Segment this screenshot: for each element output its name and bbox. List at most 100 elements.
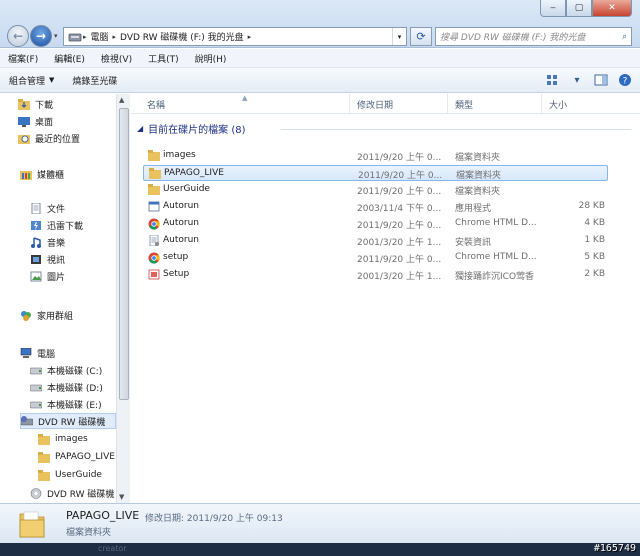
nav-label: 家用群組 (37, 311, 74, 322)
minimize-button[interactable]: ‒ (540, 0, 566, 17)
nav-item-homegroup[interactable]: 家用群組 (20, 307, 73, 323)
chrome-icon (148, 252, 160, 264)
help-icon[interactable]: ? (616, 72, 634, 88)
nav-item-dvd-drive[interactable]: DVD RW 磁碟機 (20, 413, 116, 429)
file-type: 獨接踊詐沉ICO莺香 (455, 272, 535, 282)
details-item-name: PAPAGO_LIVE (66, 509, 140, 522)
breadcrumb-computer[interactable]: 電腦 (87, 30, 113, 43)
nav-item-desktop[interactable]: 桌面 (18, 113, 53, 129)
window-controls: ‒ ▢ ✕ (540, 0, 632, 18)
recent-pages-dropdown[interactable]: ▾ (54, 32, 58, 40)
file-name: Autorun (163, 201, 200, 211)
file-date: 2001/3/20 上午 1... (357, 272, 442, 282)
nav-item-images-folder[interactable]: images (38, 431, 88, 447)
thunder-download-icon (30, 220, 42, 231)
menu-view[interactable]: 檢視(V) (93, 52, 140, 65)
column-date-modified[interactable]: 修改日期 (357, 98, 393, 111)
drive-icon (29, 382, 43, 393)
chrome-icon (148, 218, 160, 230)
navigation-pane: 下載 桌面 最近的位置 媒體櫃 文件 迅雷下載 音樂 視訊 圖片 家用群組 電腦 (0, 94, 130, 503)
file-size: 5 KB (584, 252, 605, 262)
nav-item-music[interactable]: 音樂 (30, 234, 65, 250)
recent-places-icon (18, 133, 30, 144)
nav-label: 電腦 (37, 349, 56, 360)
nav-item-drive-c[interactable]: 本機磁碟 (C:) (29, 362, 102, 378)
file-date: 2011/9/20 上午 0... (357, 255, 442, 265)
burn-to-disc-button[interactable]: 燒錄至光碟 (63, 74, 126, 87)
column-header-row: ▲ 名稱 修改日期 類型 大小 (131, 94, 640, 114)
file-name: PAPAGO_LIVE (164, 168, 224, 178)
view-options-icon[interactable] (544, 72, 562, 88)
dvd-drive-icon (67, 30, 83, 44)
maximize-button[interactable]: ▢ (566, 0, 592, 17)
nav-item-papago-folder[interactable]: PAPAGO_LIVE (38, 449, 115, 465)
back-button[interactable]: ← (7, 25, 29, 47)
file-type: 檔案資料夾 (455, 187, 501, 197)
forward-button[interactable]: → (30, 25, 52, 47)
menu-edit[interactable]: 編輯(E) (46, 52, 93, 65)
breadcrumb-separator-icon: ▸ (247, 32, 252, 41)
scroll-down-icon[interactable]: ▼ (119, 493, 124, 501)
file-date: 2011/9/20 上午 0... (358, 171, 443, 181)
file-date: 2001/3/20 上午 1... (357, 238, 442, 248)
nav-label: 迅雷下載 (47, 221, 84, 232)
scroll-thumb[interactable] (119, 108, 129, 400)
desktop-icon (18, 116, 30, 127)
nav-item-dvd-drive-2[interactable]: DVD RW 磁碟機 ▾ (30, 485, 122, 501)
nav-label: UserGuide (55, 470, 102, 480)
breadcrumb-dvd-drive[interactable]: DVD RW 磁碟機 (F:) 我的光盘 (116, 30, 248, 43)
nav-item-libraries[interactable]: 媒體櫃 (20, 166, 64, 182)
file-name: UserGuide (163, 184, 210, 194)
view-dropdown-icon[interactable]: ▾ (568, 72, 586, 88)
search-input[interactable]: 搜尋 DVD RW 磁碟機 (F:) 我的光盘 ⌕ (435, 27, 632, 46)
close-button[interactable]: ✕ (592, 0, 632, 17)
nav-item-userguide-folder[interactable]: UserGuide (38, 467, 102, 483)
music-icon (30, 236, 42, 248)
folder-icon (149, 168, 161, 179)
menu-tools[interactable]: 工具(T) (140, 52, 187, 65)
organize-button[interactable]: 組合管理 ▼ (0, 74, 63, 87)
column-type[interactable]: 類型 (455, 98, 473, 111)
nav-item-pictures[interactable]: 圖片 (30, 268, 65, 284)
file-name: images (163, 150, 196, 160)
file-row[interactable]: images 2011/9/20 上午 0... 檔案資料夾 (143, 148, 608, 164)
nav-item-drive-e[interactable]: 本機磁碟 (E:) (29, 396, 102, 412)
nav-item-thunder[interactable]: 迅雷下載 (30, 217, 83, 233)
group-title: 目前在碟片的檔案 (8) (148, 125, 246, 136)
file-row[interactable]: Autorun 2001/3/20 上午 1... 安裝資訊 1 KB (143, 233, 608, 249)
menu-help[interactable]: 說明(H) (187, 52, 235, 65)
file-row[interactable]: Autorun 2003/11/4 下午 0... 應用程式 28 KB (143, 199, 608, 215)
nav-item-computer[interactable]: 電腦 (20, 345, 55, 361)
drive-icon (29, 399, 43, 410)
svg-text:?: ? (623, 77, 628, 87)
menu-file[interactable]: 檔案(F) (0, 52, 46, 65)
nav-item-downloads[interactable]: 下載 (18, 96, 53, 112)
column-size[interactable]: 大小 (549, 98, 567, 111)
nav-scrollbar[interactable]: ▲ ▼ (116, 94, 130, 503)
collapse-chevron-icon: ◢ (137, 124, 144, 133)
nav-label: DVD RW 磁碟機 ▾ (47, 489, 122, 500)
file-row[interactable]: setup 2011/9/20 上午 0... Chrome HTML D... 5 … (143, 250, 608, 266)
nav-item-drive-d[interactable]: 本機磁碟 (D:) (29, 379, 103, 395)
details-item-type: 檔案資料夾 (66, 528, 112, 538)
address-bar[interactable]: ▸ 電腦 ▸ DVD RW 磁碟機 (F:) 我的光盘 ▸ ▾ (63, 27, 407, 46)
file-row[interactable]: Setup 2001/3/20 上午 1... 獨接踊詐沉ICO莺香 2 KB (143, 267, 608, 283)
nav-item-documents[interactable]: 文件 (30, 200, 65, 216)
nav-item-recent[interactable]: 最近的位置 (18, 130, 80, 146)
file-row[interactable]: UserGuide 2011/9/20 上午 0... 檔案資料夾 (143, 182, 608, 198)
column-name[interactable]: 名稱 (147, 98, 165, 111)
address-history-dropdown[interactable]: ▾ (392, 28, 406, 45)
file-row[interactable]: Autorun 2011/9/20 上午 0... Chrome HTML D...… (143, 216, 608, 232)
nav-label: 圖片 (47, 272, 66, 283)
group-header[interactable]: ◢ 目前在碟片的檔案 (8) (137, 121, 246, 136)
file-date: 2011/9/20 上午 0... (357, 221, 442, 231)
scroll-up-icon[interactable]: ▲ (119, 96, 124, 104)
refresh-button[interactable]: ⟳ (410, 27, 432, 46)
preview-pane-icon[interactable] (592, 72, 610, 88)
file-row[interactable]: PAPAGO_LIVE 2011/9/20 上午 0... 檔案資料夾 (143, 165, 608, 181)
nav-label: 媒體櫃 (37, 170, 65, 181)
folder-icon (38, 469, 50, 481)
nav-label: 本機磁碟 (E:) (47, 400, 102, 411)
nav-item-videos[interactable]: 視訊 (30, 251, 65, 267)
image-watermark: #165749 (593, 543, 636, 554)
